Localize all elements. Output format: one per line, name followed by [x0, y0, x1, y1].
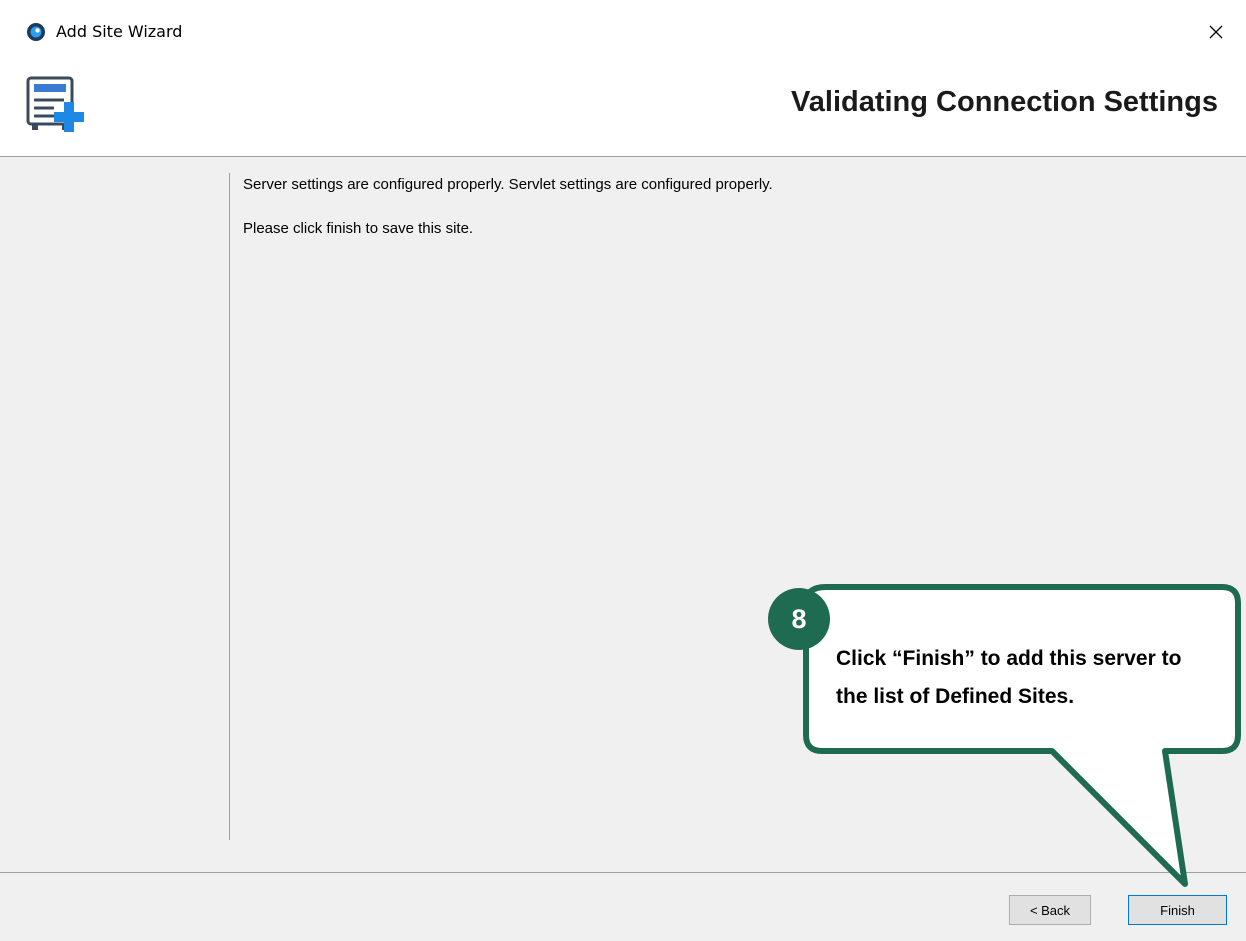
content-divider [229, 173, 230, 840]
validation-message: Server settings are configured properly.… [243, 176, 773, 193]
instruction-message: Please click finish to save this site. [243, 220, 474, 237]
window-title: Add Site Wizard [56, 22, 183, 41]
title-bar: Add Site Wizard [0, 0, 1246, 66]
finish-button[interactable]: Finish [1128, 895, 1227, 925]
back-button[interactable]: < Back [1009, 895, 1091, 925]
server-add-icon [26, 76, 84, 132]
close-icon [1209, 25, 1223, 39]
app-logo-icon [27, 23, 45, 41]
callout-text: Click “Finish” to add this server to the… [836, 647, 1182, 708]
wizard-header: Validating Connection Settings [0, 66, 1246, 157]
close-button[interactable] [1196, 12, 1236, 52]
page-title: Validating Connection Settings [791, 86, 1218, 118]
footer-divider [0, 872, 1246, 873]
step-number-badge: 8 [768, 588, 830, 650]
